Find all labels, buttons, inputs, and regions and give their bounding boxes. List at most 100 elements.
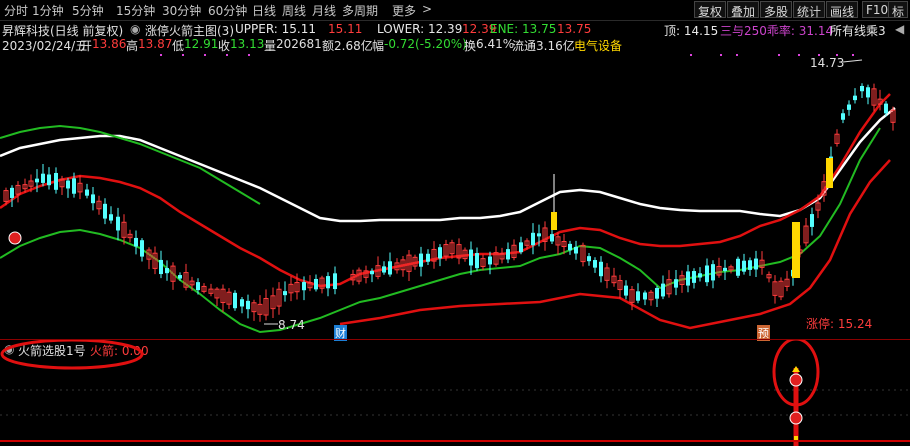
candle-body xyxy=(636,291,640,301)
candle-body xyxy=(159,259,163,275)
toolbar-button-0[interactable]: 复权 xyxy=(694,1,727,19)
candle-body xyxy=(698,273,702,278)
lower-red-line xyxy=(339,159,891,330)
top-label: 顶: 14.15 xyxy=(664,24,719,38)
candle-body xyxy=(655,287,659,299)
period-tab-5[interactable]: 60分钟 xyxy=(208,2,247,19)
toolbar-button-2[interactable]: 多股 xyxy=(760,1,793,19)
candle-body xyxy=(810,214,814,227)
limit-up-candle xyxy=(792,222,800,278)
all-lines-label: 所有线乘3 xyxy=(830,24,886,38)
candle-body xyxy=(742,260,746,272)
candle-body xyxy=(860,85,864,92)
candle-body xyxy=(686,271,690,286)
ene-label: ENE: 13.75 xyxy=(490,22,557,36)
candle-body xyxy=(884,103,888,114)
marker-dot xyxy=(160,54,162,56)
marker-dot xyxy=(182,54,184,56)
toolbar-button-3[interactable]: 统计 xyxy=(793,1,826,19)
candle-body xyxy=(41,173,45,183)
limit-up-price: 涨停: 15.24 xyxy=(806,317,873,331)
rocket-ball-icon xyxy=(789,373,803,387)
candle-body xyxy=(574,246,578,254)
period-tab-10[interactable]: 更多 xyxy=(392,2,416,19)
candle-body xyxy=(370,270,374,275)
high-arrow-line xyxy=(842,59,863,63)
marker-dot xyxy=(736,54,738,56)
candle-body xyxy=(674,279,678,288)
candle-body xyxy=(866,87,870,98)
low-price-marker: 8.74 xyxy=(278,318,305,332)
candle-body xyxy=(91,194,95,204)
toolbar-button-4[interactable]: 画线 xyxy=(826,1,859,19)
lower-green-line xyxy=(0,127,881,334)
candle-body xyxy=(469,249,473,266)
chevron-down-icon[interactable]: ◉ xyxy=(130,22,140,36)
period-tab-0[interactable]: 分时 xyxy=(4,2,28,19)
marker-dot xyxy=(248,54,250,56)
marker-dot xyxy=(778,54,780,56)
candle-body xyxy=(568,243,572,251)
candle-body xyxy=(140,240,144,257)
candle-body xyxy=(748,260,752,270)
candle-body xyxy=(47,174,51,186)
candle-body xyxy=(233,292,237,309)
toolbar-button-1[interactable]: 叠加 xyxy=(727,1,760,19)
candle-body xyxy=(54,173,58,190)
upper-value: 15.11 xyxy=(328,22,363,36)
candle-body xyxy=(692,271,696,283)
upper-label: UPPER: 15.11 xyxy=(235,22,317,36)
marker-dot xyxy=(798,54,800,56)
yellow-candle-2 xyxy=(826,158,833,188)
candle-body xyxy=(326,276,330,289)
ball-icon xyxy=(8,231,22,245)
period-tab-4[interactable]: 30分钟 xyxy=(162,2,201,19)
candlestick-chart[interactable] xyxy=(0,48,910,338)
candle-body xyxy=(711,264,715,281)
candle-body xyxy=(841,113,845,120)
candle-body xyxy=(599,261,603,277)
marker-dot xyxy=(852,54,854,56)
ene-value: 13.75 xyxy=(557,22,592,36)
candle-body xyxy=(531,232,535,246)
ma-deviation: 三与250乖率: 31.14 xyxy=(720,24,834,38)
period-tab-2[interactable]: 5分钟 xyxy=(72,2,104,19)
candle-body xyxy=(109,214,113,221)
lower-label: LOWER: 12.39 xyxy=(377,22,463,36)
period-tab-1[interactable]: 1分钟 xyxy=(32,2,64,19)
highlight-ellipse xyxy=(0,340,144,370)
bottom-border xyxy=(0,440,910,442)
rocket-top-icon xyxy=(792,366,800,372)
candle-body xyxy=(10,187,14,198)
toolbar-button-6[interactable]: 标 xyxy=(888,1,909,19)
candle-body xyxy=(853,95,857,101)
upper-band-line xyxy=(0,107,896,223)
candle-body xyxy=(754,258,758,270)
candle-body xyxy=(506,249,510,260)
candle-body xyxy=(302,282,306,291)
more-chevron-icon[interactable]: > xyxy=(422,2,432,16)
candle-body xyxy=(723,267,727,272)
marker-dot xyxy=(226,54,228,56)
sub-indicator-panel[interactable] xyxy=(0,340,910,446)
candle-body xyxy=(419,253,423,267)
scroll-left-icon[interactable]: ◀ xyxy=(895,22,904,36)
yellow-candle xyxy=(551,212,557,230)
candle-body xyxy=(519,242,523,253)
period-tab-6[interactable]: 日线 xyxy=(252,2,276,19)
rocket-ball-icon xyxy=(789,411,803,425)
candle-body xyxy=(388,261,392,275)
candle-body xyxy=(537,233,541,237)
period-tab-7[interactable]: 周线 xyxy=(282,2,306,19)
candle-body xyxy=(488,256,492,265)
candle-body xyxy=(587,256,591,262)
candle-body xyxy=(333,273,337,290)
period-tab-9[interactable]: 多周期 xyxy=(342,2,378,19)
candle-body xyxy=(134,237,138,247)
period-tab-3[interactable]: 15分钟 xyxy=(116,2,155,19)
candle-body xyxy=(736,258,740,276)
candle-body xyxy=(426,253,430,262)
period-tab-8[interactable]: 月线 xyxy=(312,2,336,19)
candle-body xyxy=(550,234,554,242)
candle-body xyxy=(847,104,851,110)
